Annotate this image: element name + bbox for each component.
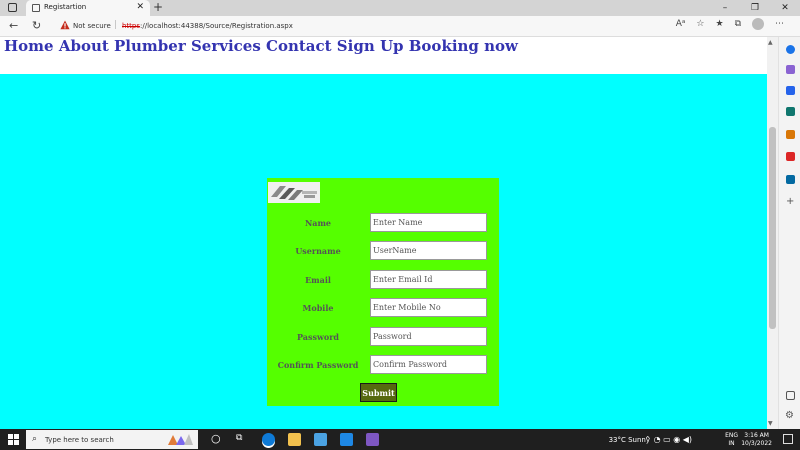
main-nav: Home About Plumber Services Contact Sign…	[4, 37, 518, 55]
region-code: IN	[728, 440, 735, 447]
window-controls: – ❐ ✕	[710, 0, 800, 16]
taskbar-clock[interactable]: 3:16 AM 10/3/2022	[741, 432, 772, 448]
search-highlight-icon	[168, 434, 193, 445]
mail-icon[interactable]	[340, 433, 353, 446]
browser-toolbar: ← ↻ Not secure | https://localhost:44388…	[0, 16, 800, 37]
read-aloud-icon[interactable]: Aᵃ	[676, 19, 686, 30]
visual-studio-icon[interactable]	[366, 433, 379, 446]
security-label: Not secure	[73, 22, 111, 30]
taskbar-search[interactable]: ⌕ Type here to search	[26, 430, 198, 449]
plumbing-logo-image	[268, 182, 320, 203]
name-input[interactable]	[370, 213, 487, 232]
address-bar[interactable]: Not secure | https://localhost:44388/Sou…	[56, 18, 774, 35]
name-label: Name	[304, 218, 332, 228]
outlook-icon[interactable]	[786, 175, 795, 184]
scroll-down-icon[interactable]: ▼	[768, 420, 773, 427]
name-row: Name	[267, 213, 499, 233]
windows-start-icon[interactable]	[8, 434, 19, 445]
mobile-input[interactable]	[370, 298, 487, 317]
cortana-icon[interactable]: ○	[211, 432, 221, 445]
page-favicon-icon	[32, 4, 40, 12]
minimize-button[interactable]: –	[710, 0, 740, 16]
back-arrow-icon[interactable]: ←	[9, 19, 18, 32]
username-input[interactable]	[370, 241, 487, 260]
more-options-icon[interactable]: ⋯	[775, 19, 784, 30]
nav-sign-up[interactable]: Sign Up	[337, 37, 404, 55]
content-area: Name Username Email Mobile Password Conf…	[0, 74, 767, 429]
profile-avatar[interactable]	[752, 18, 764, 30]
search-icon: ⌕	[32, 434, 38, 444]
task-view-icon[interactable]: ⧉	[236, 433, 242, 443]
confirm-password-input[interactable]	[370, 355, 487, 374]
nav-booking-now[interactable]: Booking now	[409, 37, 518, 55]
browser-tab[interactable]: Registartion ✕	[26, 0, 150, 16]
email-label: Email	[305, 275, 331, 285]
settings-gear-icon[interactable]: ⚙	[785, 410, 794, 421]
notification-icon[interactable]	[783, 434, 793, 444]
language-indicator[interactable]: ENG IN	[725, 432, 738, 448]
games-icon[interactable]	[786, 130, 795, 139]
email-row: Email	[267, 270, 499, 290]
submit-button[interactable]: Submit	[360, 383, 397, 402]
shopping-tag-icon[interactable]	[786, 86, 795, 95]
warning-icon	[60, 20, 70, 30]
page-scrollbar[interactable]: ▲ ▼	[767, 37, 778, 429]
tray-icons[interactable]: ⌃ ◔ ▭ ◉ ◀)	[644, 435, 692, 444]
nav-about[interactable]: About	[59, 37, 109, 55]
clock-time: 3:16 AM	[744, 432, 769, 439]
sparkle-icon[interactable]	[786, 65, 795, 74]
add-favorite-icon[interactable]: ☆	[696, 19, 704, 30]
nav-plumber-services[interactable]: Plumber Services	[114, 37, 261, 55]
scroll-up-icon[interactable]: ▲	[768, 39, 773, 46]
tab-title: Registartion	[44, 3, 87, 11]
password-label: Password	[296, 332, 340, 342]
taskbar-search-text: Type here to search	[45, 436, 114, 444]
username-label: Username	[295, 246, 341, 256]
toolbar-tools: Aᵃ ☆ ★ ⧉ ⋯	[676, 18, 784, 30]
clock-date: 10/3/2022	[741, 440, 772, 447]
close-tab-icon[interactable]: ✕	[136, 2, 144, 12]
edge-sidebar: + ⚙	[778, 37, 800, 429]
registration-form: Name Username Email Mobile Password Conf…	[267, 178, 499, 406]
password-row: Password	[267, 327, 499, 347]
refresh-icon[interactable]: ↻	[32, 19, 41, 32]
tools-icon[interactable]	[786, 107, 795, 116]
close-window-button[interactable]: ✕	[770, 0, 800, 16]
maximize-button[interactable]: ❐	[740, 0, 770, 16]
url-text: https://localhost:44388/Source/Registrat…	[122, 22, 293, 30]
scrollbar-thumb[interactable]	[769, 127, 776, 329]
username-row: Username	[267, 241, 499, 261]
file-explorer-icon[interactable]	[288, 433, 301, 446]
email-input[interactable]	[370, 270, 487, 289]
tab-strip: Registartion ✕ + – ❐ ✕	[0, 0, 800, 16]
url-protocol: https	[122, 22, 141, 30]
edge-taskbar-icon[interactable]	[262, 433, 275, 446]
url-path: ://localhost:44388/Source/Registration.a…	[140, 22, 293, 30]
search-sidebar-icon[interactable]	[786, 45, 795, 54]
add-sidebar-icon[interactable]: +	[786, 196, 794, 207]
confirm-password-label: Confirm Password	[277, 360, 359, 370]
nav-contact[interactable]: Contact	[266, 37, 332, 55]
mobile-row: Mobile	[267, 298, 499, 318]
favorites-icon[interactable]: ★	[715, 19, 723, 30]
store-icon[interactable]	[314, 433, 327, 446]
language-code: ENG	[725, 432, 738, 439]
page-viewport: Home About Plumber Services Contact Sign…	[0, 37, 767, 429]
collections-icon[interactable]: ⧉	[735, 19, 741, 30]
tab-actions-icon[interactable]	[8, 3, 17, 12]
windows-taskbar: ⌕ Type here to search ○ ⧉ 33°C Sunny ⌃ ◔…	[0, 429, 800, 450]
mobile-label: Mobile	[302, 303, 334, 313]
password-input[interactable]	[370, 327, 487, 346]
address-divider: |	[114, 20, 118, 30]
nav-home[interactable]: Home	[4, 37, 54, 55]
confirm-password-row: Confirm Password	[267, 355, 499, 375]
office-icon[interactable]	[786, 152, 795, 161]
new-tab-button[interactable]: +	[153, 0, 163, 14]
split-view-icon[interactable]	[786, 391, 795, 400]
